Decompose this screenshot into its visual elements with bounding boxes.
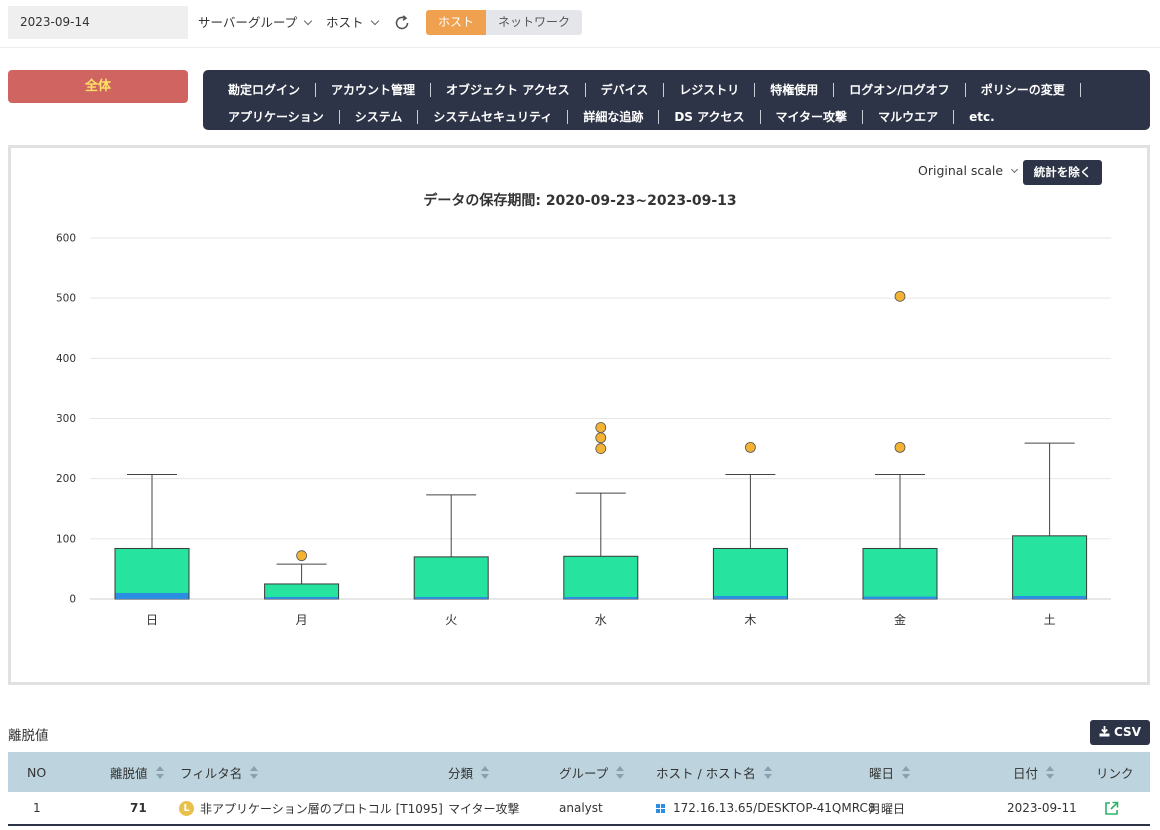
row-no: 1 (33, 801, 41, 815)
header-category[interactable]: 分類 (448, 752, 490, 792)
header-no: NO (27, 764, 47, 780)
sort-icon[interactable] (155, 765, 164, 779)
sort-icon[interactable] (1046, 765, 1055, 779)
row-link[interactable] (1104, 792, 1119, 824)
host-name: 172.16.13.65/DESKTOP-41QMRC8 (673, 801, 876, 815)
category-item[interactable]: アカウント管理 (316, 82, 432, 97)
date-picker[interactable]: 2023-09-14 (8, 6, 188, 39)
header-value[interactable]: 離脱値 (110, 752, 164, 792)
level-badge: L (179, 800, 194, 816)
outliers-table: NO 離脱値 フィルタ名 分類 グループ ホスト / ホスト名 曜日 日付 リン… (8, 752, 1150, 826)
header-link: リンク (1096, 765, 1134, 781)
row-host: 172.16.13.65/DESKTOP-41QMRC8 (656, 792, 875, 824)
category-item[interactable]: マルウエア (863, 109, 955, 124)
chevron-down-icon (303, 16, 313, 26)
header-host[interactable]: ホスト / ホスト名 (656, 752, 772, 792)
server-group-label: サーバーグループ (198, 15, 298, 30)
category-item[interactable]: ポリシーの変更 (966, 82, 1081, 97)
table-row: 1 71 L 非アプリケーション層のプロトコル [T1095] マイター攻撃 an… (8, 792, 1150, 826)
all-category-button[interactable]: 全体 (8, 70, 188, 103)
sort-icon[interactable] (902, 765, 911, 779)
download-icon (1099, 726, 1110, 737)
host-dropdown[interactable]: ホスト (326, 6, 379, 39)
category-item[interactable]: オブジェクト アクセス (431, 82, 586, 97)
server-group-dropdown[interactable]: サーバーグループ (198, 6, 313, 39)
category-item[interactable]: 詳細な追跡 (568, 109, 660, 124)
host-label: ホスト (326, 15, 364, 30)
external-link-icon[interactable] (1104, 801, 1119, 816)
toggle-host[interactable]: ホスト (426, 10, 487, 35)
chevron-down-icon (1011, 165, 1019, 174)
csv-download-button[interactable]: CSV (1090, 720, 1150, 745)
refresh-icon[interactable] (393, 14, 411, 32)
row-value: 71 (130, 801, 147, 815)
category-panel: 勘定ログイン アカウント管理 オブジェクト アクセス デバイス レジストリ 特権… (203, 70, 1150, 130)
category-item[interactable]: DS アクセス (659, 109, 761, 124)
csv-label: CSV (1114, 725, 1141, 739)
top-toolbar: 2023-09-14 サーバーグループ ホスト ホスト ネットワーク (0, 0, 1160, 48)
sort-icon[interactable] (763, 765, 772, 779)
row-weekday: 月曜日 (869, 801, 906, 816)
toggle-network[interactable]: ネットワーク (486, 10, 583, 35)
header-group[interactable]: グループ (559, 752, 625, 792)
category-item[interactable]: システム (340, 109, 419, 124)
row-group: analyst (559, 801, 603, 815)
filter-name: 非アプリケーション層のプロトコル [T1095] (200, 801, 443, 816)
sort-icon[interactable] (250, 765, 259, 779)
header-filter[interactable]: フィルタ名 (180, 752, 259, 792)
category-item[interactable]: etc. (954, 110, 1010, 124)
outliers-title: 離脱値 (8, 728, 49, 744)
windows-icon (656, 803, 665, 813)
table-header: NO 離脱値 フィルタ名 分類 グループ ホスト / ホスト名 曜日 日付 リン… (8, 752, 1150, 792)
category-item[interactable]: ログオン/ログオフ (834, 82, 966, 97)
view-toggle: ホスト ネットワーク (426, 10, 583, 35)
category-item[interactable]: アプリケーション (213, 109, 340, 124)
category-item[interactable]: デバイス (586, 82, 665, 97)
category-item[interactable]: 勘定ログイン (213, 82, 317, 97)
category-item[interactable]: 特権使用 (755, 82, 835, 97)
sort-icon[interactable] (481, 765, 490, 779)
category-row-1: 勘定ログイン アカウント管理 オブジェクト アクセス デバイス レジストリ 特権… (213, 76, 1142, 103)
chevron-down-icon (370, 16, 379, 26)
row-category: マイター攻撃 (448, 801, 520, 816)
category-item[interactable]: レジストリ (664, 82, 756, 97)
category-row-2: アプリケーション システム システムセキュリティ 詳細な追跡 DS アクセス マ… (213, 103, 1142, 130)
chart-title: データの保存期間: 2020-09-23~2023-09-13 (423, 193, 737, 209)
category-item[interactable]: システムセキュリティ (418, 109, 569, 124)
category-item[interactable]: マイター攻撃 (761, 109, 864, 124)
row-date: 2023-09-11 (1007, 801, 1077, 815)
row-filter: L 非アプリケーション層のプロトコル [T1095] (179, 792, 443, 824)
header-date[interactable]: 日付 (1013, 752, 1055, 792)
exclude-stats-button[interactable]: 統計を除く (1023, 160, 1102, 185)
chart-container (8, 145, 1150, 685)
scale-dropdown[interactable]: Original scale (918, 163, 1019, 178)
scale-label: Original scale (918, 163, 1004, 178)
header-weekday[interactable]: 曜日 (869, 752, 911, 792)
sort-icon[interactable] (616, 765, 625, 779)
